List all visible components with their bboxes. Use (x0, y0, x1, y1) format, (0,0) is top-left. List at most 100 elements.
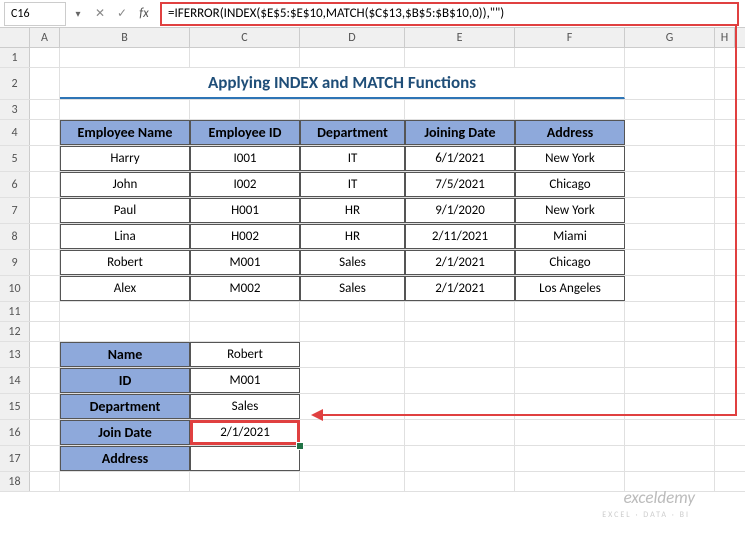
cell[interactable] (30, 224, 60, 249)
col-header-d[interactable]: D (300, 28, 405, 47)
name-box[interactable]: C16 (4, 2, 66, 26)
row-header-8[interactable]: 8 (0, 224, 30, 249)
cell[interactable] (515, 322, 625, 341)
row-header-14[interactable]: 14 (0, 368, 30, 393)
table-cell[interactable]: 9/1/2020 (405, 198, 515, 223)
select-all-corner[interactable] (0, 28, 30, 47)
table-cell[interactable]: Harry (60, 146, 190, 171)
row-header-6[interactable]: 6 (0, 172, 30, 197)
table-cell[interactable]: IT (300, 146, 405, 171)
cell[interactable] (625, 446, 715, 471)
row-header-10[interactable]: 10 (0, 276, 30, 301)
table-cell[interactable]: H001 (190, 198, 300, 223)
row-header-17[interactable]: 17 (0, 446, 30, 471)
cell[interactable] (190, 302, 300, 321)
cell[interactable] (625, 368, 715, 393)
table-cell[interactable]: I002 (190, 172, 300, 197)
fill-handle[interactable] (296, 442, 304, 450)
cell[interactable] (515, 368, 625, 393)
cell[interactable] (300, 472, 405, 491)
table-cell[interactable]: Robert (60, 250, 190, 275)
lookup-label[interactable]: Department (60, 394, 190, 419)
lookup-label[interactable]: Name (60, 342, 190, 367)
selected-cell-c16[interactable]: 2/1/2021 (190, 420, 300, 445)
table-header[interactable]: Employee ID (190, 120, 300, 145)
cell[interactable] (190, 472, 300, 491)
cell[interactable] (515, 420, 625, 445)
cell[interactable] (60, 48, 190, 67)
cell[interactable] (300, 100, 405, 119)
col-header-f[interactable]: F (515, 28, 625, 47)
table-cell[interactable]: M001 (190, 250, 300, 275)
cell[interactable] (405, 472, 515, 491)
row-header-18[interactable]: 18 (0, 472, 30, 491)
cell[interactable] (300, 48, 405, 67)
lookup-label[interactable]: Join Date (60, 420, 190, 445)
cell[interactable] (30, 342, 60, 367)
cell[interactable] (625, 146, 715, 171)
cell[interactable] (515, 342, 625, 367)
cell[interactable] (30, 172, 60, 197)
row-header-2[interactable]: 2 (0, 68, 30, 99)
accept-formula-icon[interactable]: ✓ (112, 4, 132, 24)
cell[interactable] (625, 198, 715, 223)
cell[interactable] (625, 250, 715, 275)
table-cell[interactable]: H002 (190, 224, 300, 249)
cell[interactable] (515, 100, 625, 119)
cell[interactable] (515, 446, 625, 471)
cell[interactable] (60, 322, 190, 341)
cell[interactable] (625, 48, 715, 67)
cell[interactable] (405, 302, 515, 321)
cell[interactable] (190, 322, 300, 341)
row-header-5[interactable]: 5 (0, 146, 30, 171)
cell[interactable] (405, 446, 515, 471)
row-header-11[interactable]: 11 (0, 302, 30, 321)
cell[interactable] (60, 100, 190, 119)
table-cell[interactable]: Chicago (515, 172, 625, 197)
table-cell[interactable]: Sales (300, 250, 405, 275)
cell[interactable] (405, 100, 515, 119)
table-cell[interactable]: New York (515, 198, 625, 223)
cell[interactable] (300, 322, 405, 341)
cell[interactable] (300, 368, 405, 393)
name-box-dropdown-icon[interactable]: ▾ (70, 7, 86, 20)
cell[interactable] (190, 48, 300, 67)
table-cell[interactable]: 7/5/2021 (405, 172, 515, 197)
col-header-b[interactable]: B (60, 28, 190, 47)
cell[interactable] (625, 276, 715, 301)
cell[interactable] (30, 146, 60, 171)
cell[interactable] (625, 420, 715, 445)
lookup-label[interactable]: ID (60, 368, 190, 393)
cell[interactable] (625, 68, 715, 99)
cell[interactable] (515, 302, 625, 321)
table-cell[interactable]: I001 (190, 146, 300, 171)
table-header[interactable]: Employee Name (60, 120, 190, 145)
table-cell[interactable]: Chicago (515, 250, 625, 275)
cell[interactable] (30, 276, 60, 301)
cell[interactable] (60, 472, 190, 491)
cell[interactable] (30, 48, 60, 67)
cell[interactable] (405, 48, 515, 67)
table-cell[interactable]: Lina (60, 224, 190, 249)
col-header-c[interactable]: C (190, 28, 300, 47)
lookup-label[interactable]: Address (60, 446, 190, 471)
table-cell[interactable]: 2/1/2021 (405, 276, 515, 301)
row-header-13[interactable]: 13 (0, 342, 30, 367)
cell[interactable] (30, 302, 60, 321)
col-header-h[interactable]: H (715, 28, 735, 47)
table-header[interactable]: Department (300, 120, 405, 145)
cell[interactable] (30, 394, 60, 419)
row-header-3[interactable]: 3 (0, 100, 30, 119)
cell[interactable] (405, 368, 515, 393)
cell[interactable] (30, 420, 60, 445)
cell[interactable] (30, 472, 60, 491)
col-header-g[interactable]: G (625, 28, 715, 47)
cell[interactable] (300, 302, 405, 321)
cell[interactable] (30, 120, 60, 145)
cell[interactable] (405, 322, 515, 341)
row-header-9[interactable]: 9 (0, 250, 30, 275)
lookup-value[interactable]: Sales (190, 394, 300, 419)
lookup-value[interactable] (190, 446, 300, 471)
table-header[interactable]: Joining Date (405, 120, 515, 145)
cell[interactable] (625, 322, 715, 341)
